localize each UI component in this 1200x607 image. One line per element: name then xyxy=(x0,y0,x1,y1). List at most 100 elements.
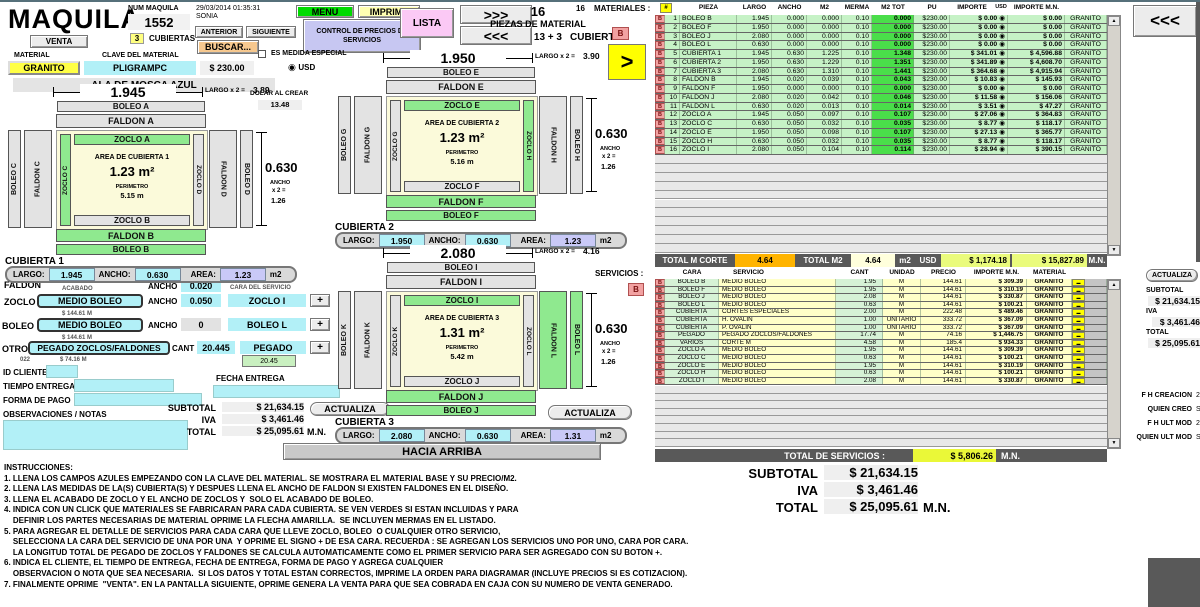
piece-top-faldon[interactable]: FALDON E xyxy=(386,80,536,94)
service-row-7[interactable]: BCUBIERTAP. OVALIN1.00UNITARIO333.72$ 36… xyxy=(655,325,1107,333)
boleo-plus-button[interactable]: + xyxy=(310,318,330,331)
fecha-entrega-input[interactable] xyxy=(213,385,340,398)
row-yellow-button[interactable]: ▬ xyxy=(1072,340,1085,347)
row-b-button[interactable]: B xyxy=(655,41,665,49)
material-row-5[interactable]: B5CUBIERTA 11.9450.6301.2250.101.348$230… xyxy=(655,50,1107,59)
service-row-2[interactable]: BBOLEO FMEDIO BOLEO1.95M144.61$ 310.19GR… xyxy=(655,287,1107,295)
piece-right-faldon[interactable]: FALDON D xyxy=(209,130,237,228)
hacia-arriba-button[interactable]: HACIA ARRIBA xyxy=(283,443,601,460)
piece-right-faldon[interactable]: FALDON H xyxy=(539,96,567,194)
zoclo-ancho-input[interactable]: 0.050 xyxy=(181,294,221,307)
materials-scrollbar[interactable]: ▲▼ xyxy=(1107,15,1121,256)
piece-top-boleo[interactable]: BOLEO A xyxy=(57,101,205,112)
row-yellow-button[interactable]: ▬ xyxy=(1072,347,1085,354)
service-row-11[interactable]: BZOCLO CMEDIO BOLEO0.63M144.61$ 100.21GR… xyxy=(655,355,1107,363)
service-row-13[interactable]: BZOCLO HMEDIO BOLEO0.63M144.61$ 100.21GR… xyxy=(655,370,1107,378)
piece-inner-zoclo-right[interactable]: ZOCLO L xyxy=(523,295,534,387)
piece-inner-zoclo-left[interactable]: ZOCLO K xyxy=(390,295,401,387)
service-row-12[interactable]: BZOCLO EMEDIO BOLEO1.95M144.61$ 310.19GR… xyxy=(655,363,1107,371)
service-row-6[interactable]: BCUBIERTAH. OVALIN1.00UNITARIO333.72$ 36… xyxy=(655,317,1107,325)
row-yellow-button[interactable]: ▬ xyxy=(1072,287,1085,294)
piece-left-faldon[interactable]: FALDON G xyxy=(354,96,382,194)
tiempo-entrega-input[interactable] xyxy=(74,379,174,392)
otro-cara-select[interactable]: PEGADO xyxy=(240,341,306,354)
material-row-15[interactable]: B15ZOCLO H0.6300.0500.0320.100.035$230.0… xyxy=(655,138,1107,147)
otro-cant-input[interactable]: 20.445 xyxy=(197,341,235,354)
bar-ancho-value[interactable]: 0.630 xyxy=(135,268,181,281)
zoclo-plus-button[interactable]: + xyxy=(310,294,330,307)
otro-servicio-button[interactable]: PEGADO ZOCLOS/FALDONES xyxy=(28,341,170,355)
service-row-10[interactable]: BZOCLO AMEDIO BOLEO1.95M144.61$ 309.39GR… xyxy=(655,347,1107,355)
piece-right-faldon[interactable]: FALDON L xyxy=(539,291,567,389)
piece-bottom-boleo[interactable]: BOLEO J xyxy=(386,405,536,416)
piece-top-faldon[interactable]: FALDON I xyxy=(386,275,536,289)
piece-right-boleo[interactable]: BOLEO D xyxy=(240,130,253,228)
service-row-9[interactable]: BVARIOSCORTE M4.58M185.4$ 934.33GRANITO▬ xyxy=(655,340,1107,348)
back-top-right-button[interactable]: <<< xyxy=(1133,5,1197,37)
row-yellow-button[interactable]: ▬ xyxy=(1072,302,1085,309)
material-row-3[interactable]: B3BOLEO J2.0800.0000.0000.100.000$230.00… xyxy=(655,33,1107,42)
row-yellow-button[interactable]: ▬ xyxy=(1072,309,1085,316)
material-row-9[interactable]: B9FALDON F1.9500.0000.0000.100.000$230.0… xyxy=(655,85,1107,94)
material-row-1[interactable]: B1BOLEO B1.9450.0000.0000.100.000$230.00… xyxy=(655,15,1107,24)
bar-ancho-value[interactable]: 0.630 xyxy=(465,429,511,442)
row-b-button[interactable]: B xyxy=(655,24,665,32)
usd-radio[interactable]: ◉ USD xyxy=(288,62,315,73)
otro-plus-button[interactable]: + xyxy=(310,341,330,354)
row-yellow-button[interactable]: ▬ xyxy=(1072,279,1085,286)
service-row-5[interactable]: BCUBIERTACORTES ESPECIALES2.00M222.48$ 4… xyxy=(655,309,1107,317)
service-row-8[interactable]: BPEGADOPEGADO ZOCLOS/FALDONES17.74M74.16… xyxy=(655,332,1107,340)
services-scrollbar[interactable]: ▲▼ xyxy=(1107,279,1121,449)
menu-button[interactable]: MENU xyxy=(296,5,354,18)
piece-left-boleo[interactable]: BOLEO G xyxy=(338,96,351,194)
piece-bottom-faldon[interactable]: FALDON F xyxy=(386,195,536,208)
siguiente-button[interactable]: SIGUIENTE xyxy=(246,26,296,38)
row-yellow-button[interactable]: ▬ xyxy=(1072,332,1085,339)
row-yellow-button[interactable]: ▬ xyxy=(1072,325,1085,332)
piece-inner-zoclo-bottom[interactable]: ZOCLO B xyxy=(74,215,190,226)
material-row-13[interactable]: B13ZOCLO C0.6300.0500.0320.100.035$230.0… xyxy=(655,120,1107,129)
piece-bottom-boleo[interactable]: BOLEO B xyxy=(56,244,206,255)
row-yellow-button[interactable]: ▬ xyxy=(1072,378,1085,385)
piece-inner-zoclo-left[interactable]: ZOCLO G xyxy=(390,100,401,192)
right-actualiza-button[interactable]: ACTUALIZA xyxy=(1146,269,1198,282)
service-row-1[interactable]: BBOLEO BMEDIO BOLEO1.95M144.61$ 309.39GR… xyxy=(655,279,1107,287)
row-b-button[interactable]: B xyxy=(655,15,665,23)
material-row-8[interactable]: B8FALDON B1.9450.0200.0390.100.043$230.0… xyxy=(655,76,1107,85)
boleo-ancho-input[interactable]: 0 xyxy=(181,318,221,331)
row-yellow-button[interactable]: ▬ xyxy=(1072,355,1085,362)
venta-button[interactable]: VENTA xyxy=(30,35,88,48)
row-yellow-button[interactable]: ▬ xyxy=(1072,317,1085,324)
material-row-7[interactable]: B7CUBIERTA 32.0800.6301.3100.101.441$230… xyxy=(655,68,1107,77)
row-yellow-button[interactable]: ▬ xyxy=(1072,363,1085,370)
piece-bottom-faldon[interactable]: FALDON J xyxy=(386,390,536,403)
row-b-button[interactable]: B xyxy=(655,33,665,41)
piece-inner-zoclo-right[interactable]: ZOCLO D xyxy=(193,134,204,226)
medida-especial-checkbox[interactable] xyxy=(258,50,266,58)
piece-bottom-faldon[interactable]: FALDON B xyxy=(56,229,206,242)
anterior-button[interactable]: ANTERIOR xyxy=(195,26,243,38)
piece-bottom-boleo[interactable]: BOLEO F xyxy=(386,210,536,221)
id-cliente-input[interactable] xyxy=(46,365,78,378)
material-row-2[interactable]: B2BOLEO F1.9500.0000.0000.100.000$230.00… xyxy=(655,24,1107,33)
piece-inner-zoclo-left[interactable]: ZOCLO C xyxy=(60,134,71,226)
material-row-6[interactable]: B6CUBIERTA 21.9500.6301.2290.101.351$230… xyxy=(655,59,1107,68)
piece-inner-zoclo-top[interactable]: ZOCLO I xyxy=(404,295,520,306)
piece-top-boleo[interactable]: BOLEO I xyxy=(387,262,535,273)
material-row-16[interactable]: B16ZOCLO I2.0800.0500.1040.100.114$230.0… xyxy=(655,146,1107,155)
service-row-3[interactable]: BBOLEO JMEDIO BOLEO2.08M144.61$ 330.87GR… xyxy=(655,294,1107,302)
material-row-4[interactable]: B4BOLEO L0.6300.0000.0000.100.000$230.00… xyxy=(655,41,1107,50)
piece-left-boleo[interactable]: BOLEO C xyxy=(8,130,21,228)
piece-inner-zoclo-top[interactable]: ZOCLO A xyxy=(74,134,190,145)
piece-right-boleo[interactable]: BOLEO L xyxy=(570,291,583,389)
piece-inner-zoclo-top[interactable]: ZOCLO E xyxy=(404,100,520,111)
piece-left-boleo[interactable]: BOLEO K xyxy=(338,291,351,389)
piece-inner-zoclo-bottom[interactable]: ZOCLO J xyxy=(404,376,520,387)
piece-left-faldon[interactable]: FALDON K xyxy=(354,291,382,389)
boleo-cara-select[interactable]: BOLEO L xyxy=(228,318,306,331)
piece-top-faldon[interactable]: FALDON A xyxy=(56,114,206,128)
material-row-14[interactable]: B14ZOCLO E1.9500.0500.0980.100.107$230.0… xyxy=(655,129,1107,138)
row-yellow-button[interactable]: ▬ xyxy=(1072,370,1085,377)
row-yellow-button[interactable]: ▬ xyxy=(1072,294,1085,301)
boleo-acabado-button[interactable]: MEDIO BOLEO xyxy=(37,318,143,332)
